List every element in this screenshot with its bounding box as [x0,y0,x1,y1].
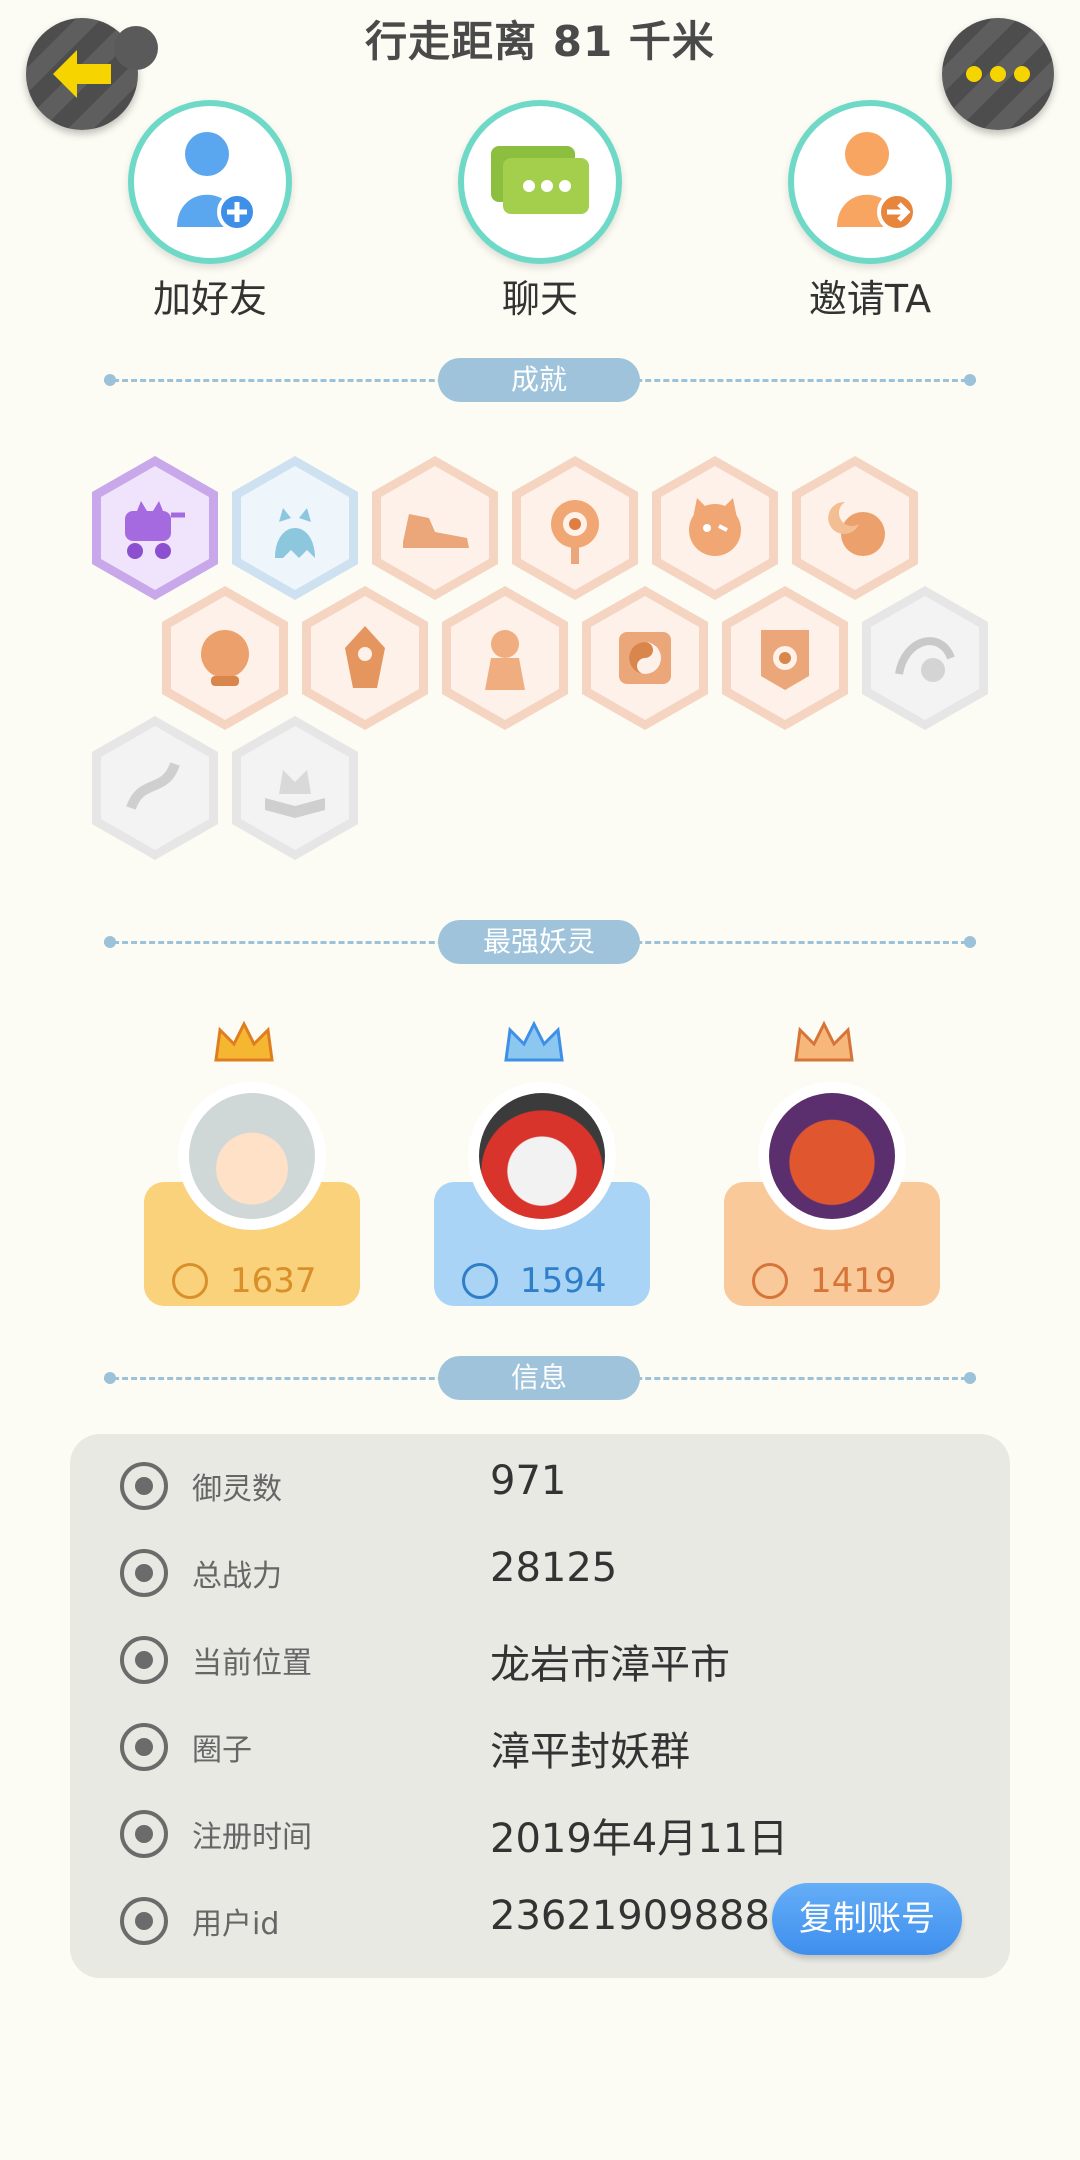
moon-badge-icon [828,501,885,556]
invite-label: 邀请TA [808,277,932,321]
info-value: 28125 [490,1545,618,1591]
wave-taiji-badge-icon [895,637,955,682]
blue-crown-icon [504,1020,564,1062]
chat-label: 聊天 [501,277,578,321]
invite-icon [837,132,917,232]
strongest-section-title: 最强妖灵 [438,920,640,964]
location-pin-icon [120,1636,168,1684]
spirit-power: 1594 [462,1256,642,1306]
info-value: 23621909888 [490,1893,770,1939]
dragon-badge-icon [126,762,180,810]
fox-mask-badge-icon [689,498,741,556]
ghost-cat-badge-icon [275,508,315,558]
achievement-badge[interactable] [232,716,358,860]
achievement-badge[interactable] [512,456,638,600]
page-title: 行走距离 81 千米 [365,17,715,66]
achievement-badge[interactable] [162,586,288,730]
info-section-title: 信息 [438,1356,640,1400]
info-key: 总战力 [192,1559,282,1594]
info-value: 971 [490,1458,567,1504]
info-key: 注册时间 [192,1820,312,1855]
doll-badge-icon [485,630,525,690]
spirit-power-value: 1419 [810,1261,897,1301]
achievements-divider: 成就 [104,358,976,402]
scroll-badge-icon [761,630,809,690]
spirit-card-1[interactable]: 1637 [144,1020,360,1320]
spirit-power-value: 1637 [230,1261,317,1301]
spirit-avatar [468,1082,616,1230]
info-key: 当前位置 [192,1646,312,1681]
spirit-card-2[interactable]: 1594 [434,1020,650,1320]
achievement-badge[interactable] [582,586,708,730]
fox-book-badge-icon [265,770,325,818]
clock-icon [120,1810,168,1858]
sword-icon [120,1549,168,1597]
spirit-count-icon [120,1462,168,1510]
circle-group-icon [120,1723,168,1771]
compass-badge-icon [551,500,599,564]
id-card-icon [120,1897,168,1945]
spirit-avatar [178,1082,326,1230]
more-dots-icon [966,66,1030,82]
achievement-badge[interactable] [92,716,218,860]
strongest-divider: 最强妖灵 [104,920,976,964]
sneaker-badge-icon [403,514,469,548]
info-value: 漳平封妖群 [490,1729,690,1775]
sword-icon [172,1263,208,1299]
info-key: 御灵数 [192,1472,282,1507]
info-row-total-power: 总战力 28125 [70,1527,1010,1613]
crystal-ball-badge-icon [201,630,249,686]
spirit-avatar [758,1082,906,1230]
achievement-badge[interactable] [232,456,358,600]
add-friend-label: 加好友 [152,277,267,321]
achievement-badge[interactable] [372,456,498,600]
gem-badge-icon [345,626,385,688]
gold-crown-icon [214,1020,274,1062]
chat-button[interactable]: 聊天 [410,100,670,323]
info-value: 龙岩市漳平市 [490,1642,730,1688]
taiji-badge-icon [619,632,671,684]
info-key: 用户id [192,1907,280,1942]
achievement-badge[interactable] [722,586,848,730]
info-row-user-id: 用户id 23621909888 复制账号 [70,1875,1010,1961]
info-row-register-time: 注册时间 2019年4月11日 [70,1788,1010,1874]
chat-icon [491,146,589,214]
achievement-badge[interactable] [92,456,218,600]
info-row-circle: 圈子 漳平封妖群 [70,1701,1010,1787]
spirit-power: 1637 [172,1256,352,1306]
orange-crown-icon [794,1020,854,1062]
sword-icon [752,1263,788,1299]
achievements-section-title: 成就 [438,358,640,402]
spirit-power: 1419 [752,1256,932,1306]
info-value: 2019年4月11日 [490,1816,789,1862]
spirit-power-value: 1594 [520,1261,607,1301]
add-friend-button[interactable]: 加好友 [80,100,340,323]
spirit-card-3[interactable]: 1419 [724,1020,940,1320]
copy-account-button[interactable]: 复制账号 [772,1883,962,1955]
achievement-badge[interactable] [862,586,988,730]
add-friend-icon [177,132,257,232]
achievement-badge[interactable] [302,586,428,730]
info-key: 圈子 [192,1733,252,1768]
info-divider: 信息 [104,1356,976,1400]
achievement-badge[interactable] [792,456,918,600]
achievement-badge[interactable] [652,456,778,600]
info-row-location: 当前位置 龙岩市漳平市 [70,1614,1010,1700]
invite-button[interactable]: 邀请TA [740,100,1000,323]
cat-stroller-badge-icon [125,501,185,559]
sword-icon [462,1263,498,1299]
info-panel: 御灵数 971 总战力 28125 当前位置 龙岩市漳平市 圈子 漳平封妖群 注… [70,1434,1010,1978]
info-row-spirit-count: 御灵数 971 [70,1440,1010,1526]
achievement-badge[interactable] [442,586,568,730]
